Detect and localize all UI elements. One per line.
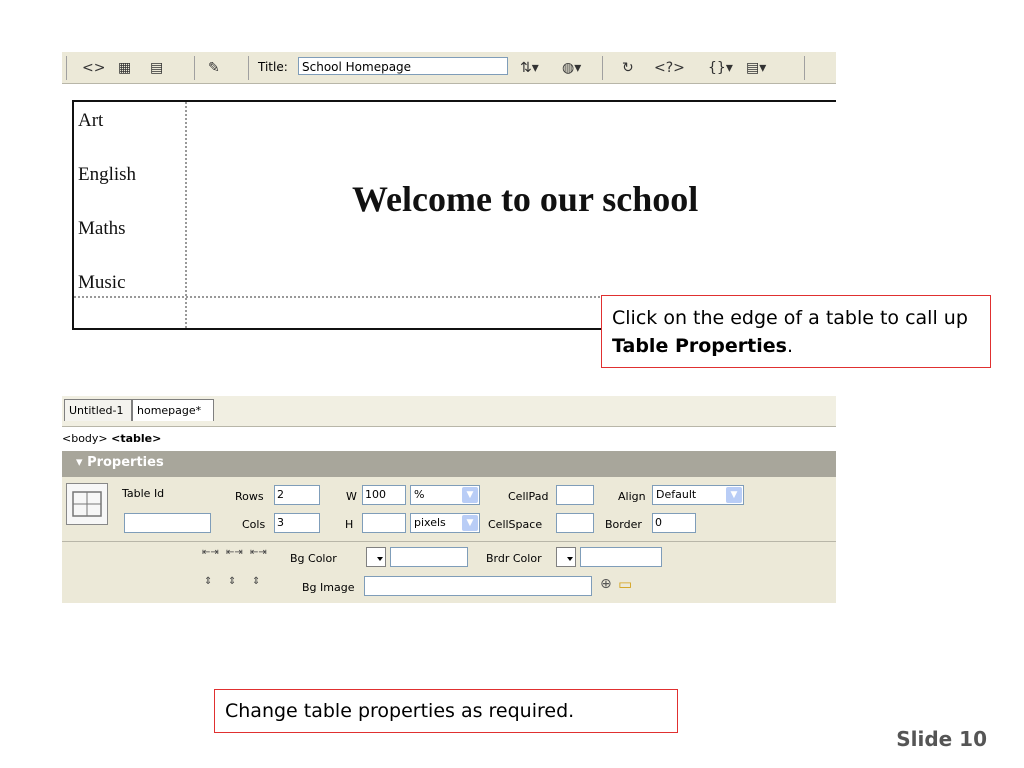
callout-punct: . (786, 335, 793, 357)
border-label: Border (605, 518, 642, 531)
welcome-heading: Welcome to our school (352, 179, 699, 219)
convert-widths-percent-icon[interactable]: ⇤⇥ (250, 547, 267, 558)
toolbar-separator (248, 56, 249, 80)
brdrcolor-label: Brdr Color (486, 552, 542, 565)
convert-heights-pixels-icon[interactable]: ⇕ (228, 576, 236, 587)
bgimage-label: Bg Image (302, 581, 355, 594)
split-view-icon[interactable]: ▦ (118, 58, 131, 78)
cell-divider-vertical (185, 102, 187, 328)
folder-icon[interactable]: ▭ (618, 575, 632, 593)
table-id-label: Table Id (122, 487, 165, 500)
document-tabs: Untitled-1 homepage* (62, 396, 836, 427)
braces-icon[interactable]: {}▾ (708, 58, 733, 78)
visual-aids-icon[interactable]: ▤▾ (746, 58, 766, 78)
bgimage-input[interactable] (364, 576, 592, 596)
nav-item-english: English (78, 164, 137, 185)
rows-label: Rows (235, 490, 264, 503)
table-icon (66, 483, 108, 525)
nav-item-maths: Maths (78, 218, 126, 239)
height-input[interactable] (362, 513, 406, 533)
toolbar-separator (194, 56, 195, 80)
point-to-file-icon[interactable]: ⊕ (600, 576, 612, 592)
tag-selector: <body> <table> (62, 427, 836, 451)
title-label: Title: (258, 60, 288, 74)
document-toolbar: <> ▦ ▤ ✎ Title: School Homepage ⇅▾ ◍▾ ↻ … (62, 52, 836, 84)
cols-label: Cols (242, 518, 266, 531)
brdrcolor-input[interactable] (580, 547, 662, 567)
properties-title: ▾ Properties (76, 455, 164, 470)
tab-homepage[interactable]: homepage* (132, 399, 214, 421)
width-label: W (346, 490, 357, 503)
preview-browser-icon[interactable]: ◍▾ (562, 58, 581, 78)
callout-bold-text: Table Properties (612, 335, 787, 357)
convert-heights-percent-icon[interactable]: ⇕ (252, 576, 260, 587)
code-view-icon[interactable]: <> (82, 58, 105, 78)
cols-input[interactable]: 3 (274, 513, 320, 533)
toolbar-separator (804, 56, 805, 80)
bgcolor-label: Bg Color (290, 552, 337, 565)
properties-divider (62, 541, 836, 542)
width-unit-select[interactable]: % ▼ (410, 485, 480, 505)
refresh-icon[interactable]: ↻ (622, 58, 634, 78)
design-view-icon[interactable]: ▤ (150, 58, 163, 78)
tag-body[interactable]: <body> (62, 432, 108, 445)
height-unit-select[interactable]: pixels ▼ (410, 513, 480, 533)
tag-table[interactable]: <table> (111, 432, 161, 445)
live-data-icon[interactable]: ✎ (208, 58, 220, 78)
file-management-icon[interactable]: ⇅▾ (520, 58, 539, 78)
nav-item-music: Music (78, 272, 126, 293)
height-label: H (345, 518, 354, 531)
tab-untitled-1[interactable]: Untitled-1 (64, 399, 132, 421)
chevron-down-icon: ▼ (726, 487, 742, 503)
table-id-input[interactable] (124, 513, 211, 533)
clear-column-widths-icon[interactable]: ⇤⇥ (202, 547, 219, 558)
nav-item-art: Art (78, 110, 104, 131)
title-input[interactable]: School Homepage (298, 57, 508, 75)
chevron-down-icon: ▼ (462, 515, 478, 531)
cellpad-label: CellPad (508, 490, 549, 503)
toolbar-separator (66, 56, 67, 80)
align-label: Align (618, 490, 646, 503)
cellpad-input[interactable] (556, 485, 594, 505)
properties-panel: Table Id Rows 2 Cols 3 W 100 % ▼ H pixels… (62, 477, 836, 603)
brdrcolor-swatch[interactable] (556, 547, 576, 567)
cellspace-input[interactable] (556, 513, 594, 533)
callout-table-properties: Click on the edge of a table to call up … (601, 295, 991, 368)
properties-header[interactable]: ▾ Properties (62, 451, 836, 477)
callout-text: Click on the edge of a table to call up (612, 307, 968, 329)
convert-widths-pixels-icon[interactable]: ⇤⇥ (226, 547, 243, 558)
callout-change-properties: Change table properties as required. (214, 689, 678, 733)
slide-number: Slide 10 (896, 727, 987, 751)
chevron-down-icon: ▼ (462, 487, 478, 503)
toolbar-separator (602, 56, 603, 80)
bgcolor-input[interactable] (390, 547, 468, 567)
rows-input[interactable]: 2 (274, 485, 320, 505)
align-select[interactable]: Default ▼ (652, 485, 744, 505)
cellspace-label: CellSpace (488, 518, 543, 531)
bgcolor-swatch[interactable] (366, 547, 386, 567)
width-input[interactable]: 100 (362, 485, 406, 505)
clear-row-heights-icon[interactable]: ⇕ (204, 576, 212, 587)
border-input[interactable]: 0 (652, 513, 696, 533)
view-options-icon[interactable]: <?> (654, 58, 685, 78)
